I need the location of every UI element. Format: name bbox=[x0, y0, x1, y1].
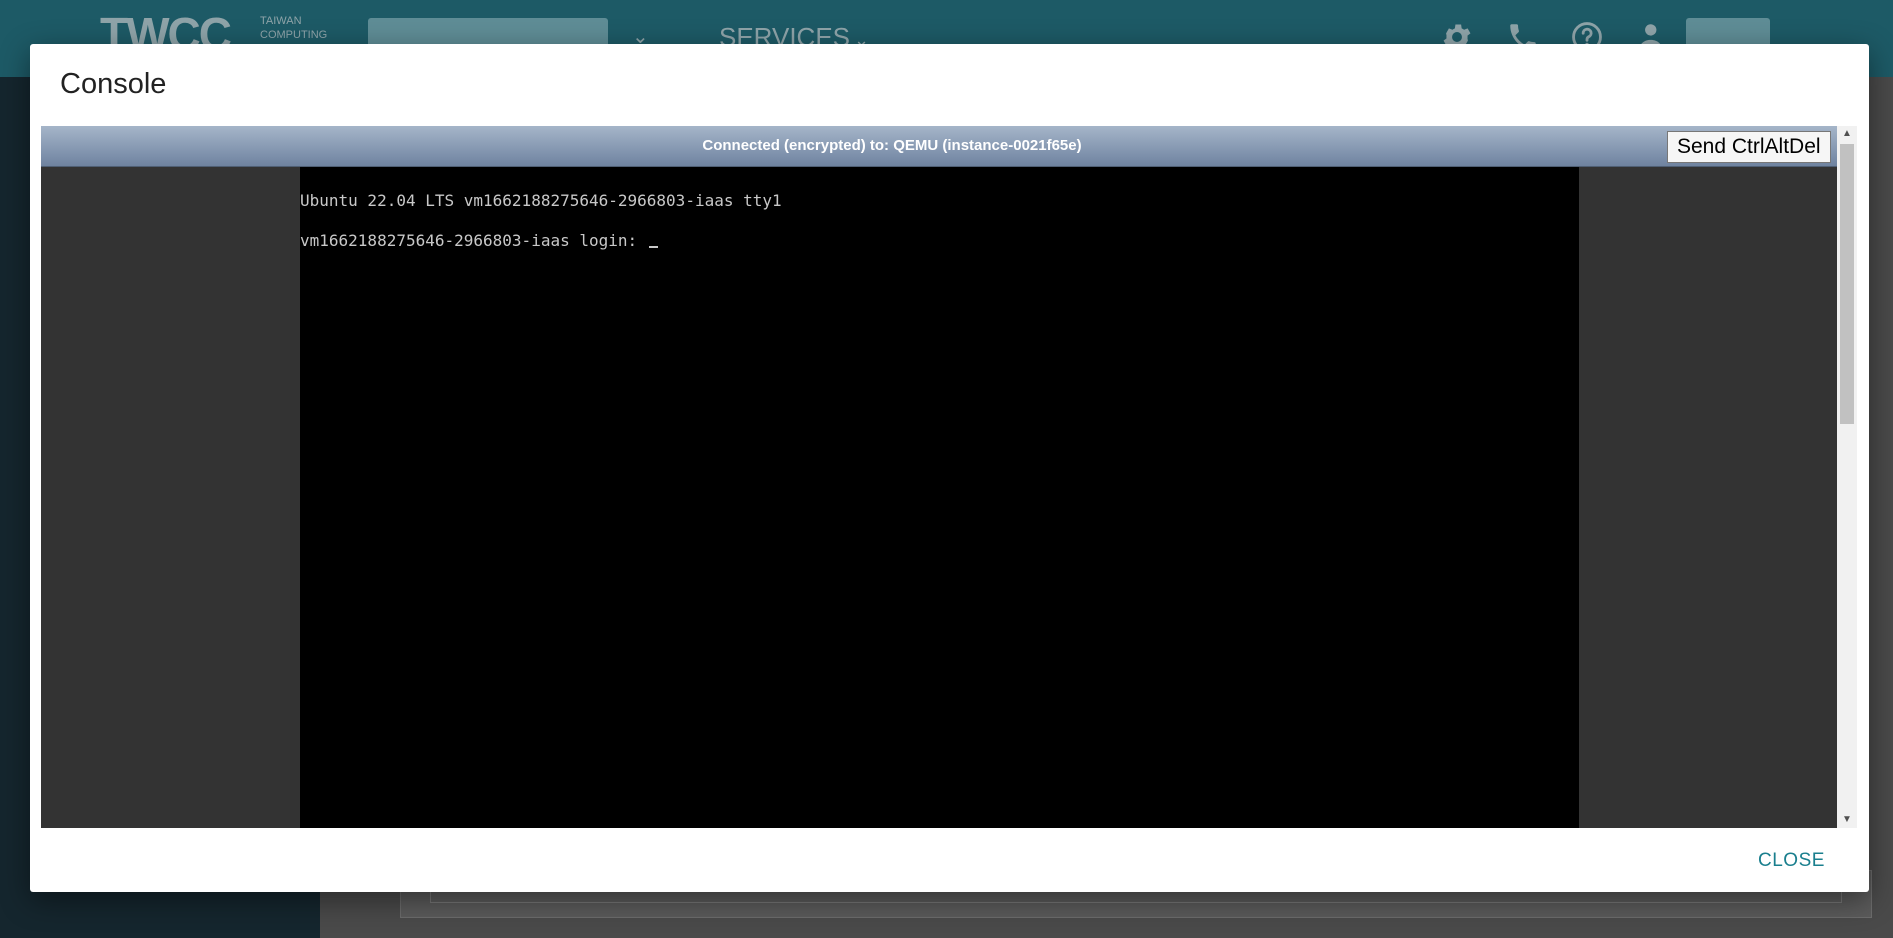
console-scrollbar[interactable]: ▲ ▼ bbox=[1837, 126, 1857, 828]
terminal-cursor bbox=[648, 246, 658, 248]
terminal-line: Ubuntu 22.04 LTS vm1662188275646-2966803… bbox=[300, 191, 782, 210]
terminal-line: vm1662188275646-2966803-iaas login: bbox=[300, 231, 647, 250]
dialog-title: Console bbox=[60, 68, 167, 100]
vm-screen[interactable]: Ubuntu 22.04 LTS vm1662188275646-2966803… bbox=[300, 167, 1579, 828]
console-dialog: Console Connected (encrypted) to: QEMU (… bbox=[30, 44, 1869, 892]
scroll-down-icon[interactable]: ▼ bbox=[1837, 812, 1857, 828]
logo-subtitle: TAIWAN COMPUTING bbox=[260, 15, 328, 41]
connection-status: Connected (encrypted) to: QEMU (instance… bbox=[702, 137, 1082, 154]
scrollbar-thumb[interactable] bbox=[1840, 144, 1854, 424]
console-frame[interactable]: Connected (encrypted) to: QEMU (instance… bbox=[41, 126, 1857, 828]
send-ctrlaltdel-button[interactable]: Send CtrlAltDel bbox=[1667, 131, 1831, 163]
terminal-login-line[interactable]: vm1662188275646-2966803-iaas login: bbox=[300, 231, 658, 250]
close-button[interactable]: CLOSE bbox=[1750, 844, 1833, 878]
vnc-status-bar: Connected (encrypted) to: QEMU (instance… bbox=[41, 126, 1837, 167]
scroll-up-icon[interactable]: ▲ bbox=[1837, 126, 1857, 142]
